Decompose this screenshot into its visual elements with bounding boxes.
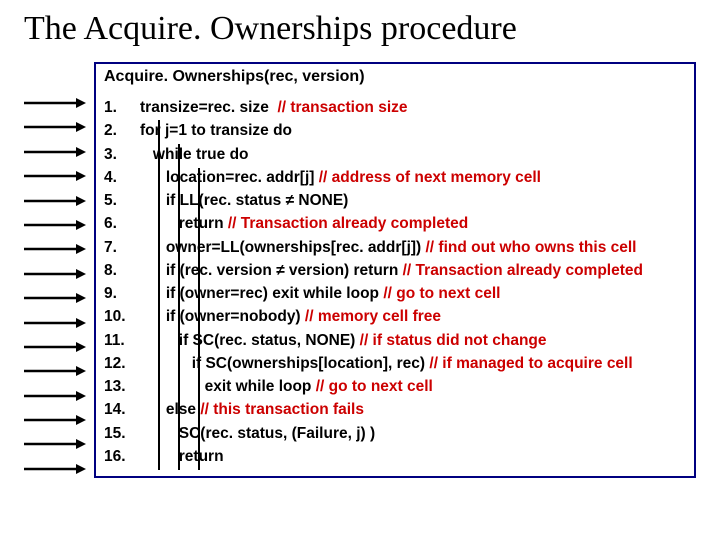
line-body: SC(rec. status, (Failure, j) ): [140, 422, 375, 445]
line-number: 1.: [104, 96, 140, 119]
line-comment: // if managed to acquire cell: [429, 355, 632, 372]
line-code: SC(rec. status, (Failure, j) ): [179, 425, 375, 442]
line-body: if (owner=nobody) // memory cell free: [140, 305, 441, 328]
arrow-icon: [24, 167, 94, 185]
line-body: transize=rec. size // transaction size: [140, 96, 408, 119]
line-number: 3.: [104, 143, 140, 166]
code-line: 3. while true do: [104, 143, 686, 166]
line-code: if (rec. version ≠ version) return: [166, 262, 403, 279]
line-body: location=rec. addr[j] // address of next…: [140, 166, 541, 189]
line-number: 10.: [104, 305, 140, 328]
line-code: if LL(rec. status ≠ NONE): [166, 192, 348, 209]
line-body: else // this transaction fails: [140, 398, 364, 421]
arrow-icon: [24, 94, 94, 112]
line-comment: // Transaction already completed: [403, 262, 643, 279]
line-comment: // transaction size: [277, 99, 407, 116]
code-line: 2.for j=1 to transize do: [104, 119, 686, 142]
line-body: while true do: [140, 143, 249, 166]
code-line: 5. if LL(rec. status ≠ NONE): [104, 189, 686, 212]
code-line: 13. exit while loop // go to next cell: [104, 375, 686, 398]
line-body: for j=1 to transize do: [140, 119, 292, 142]
line-number: 9.: [104, 282, 140, 305]
line-code: owner=LL(ownerships[rec. addr[j]): [166, 239, 426, 256]
procedure-signature: Acquire. Ownerships(rec, version): [104, 68, 686, 86]
line-body: return: [140, 445, 224, 468]
line-comment: // this transaction fails: [200, 401, 364, 418]
arrow-icon: [24, 362, 94, 380]
arrow-icon: [24, 460, 94, 478]
arrow-icon: [24, 265, 94, 283]
arrow-icon: [24, 411, 94, 429]
line-body: if (rec. version ≠ version) return // Tr…: [140, 259, 643, 282]
line-number: 2.: [104, 119, 140, 142]
line-body: owner=LL(ownerships[rec. addr[j]) // fin…: [140, 236, 636, 259]
line-comment: // find out who owns this cell: [426, 239, 637, 256]
line-code: if (owner=nobody): [166, 308, 305, 325]
arrow-icon: [24, 387, 94, 405]
content-row: Acquire. Ownerships(rec, version) 1.tran…: [24, 62, 696, 478]
code-line: 8. if (rec. version ≠ version) return //…: [104, 259, 686, 282]
line-comment: // Transaction already completed: [228, 215, 468, 232]
line-number: 14.: [104, 398, 140, 421]
code-line: 7. owner=LL(ownerships[rec. addr[j]) // …: [104, 236, 686, 259]
code-line: 11. if SC(rec. status, NONE) // if statu…: [104, 329, 686, 352]
line-comment: // go to next cell: [383, 285, 500, 302]
arrow-icon: [24, 435, 94, 453]
line-code: return: [179, 448, 224, 465]
line-comment: // if status did not change: [360, 332, 547, 349]
line-code: return: [179, 215, 228, 232]
code-line: 16. return: [104, 445, 686, 468]
line-comment: // address of next memory cell: [319, 169, 541, 186]
arrows-column: [24, 62, 94, 478]
line-code: transize=rec. size: [140, 99, 277, 116]
line-code: else: [166, 401, 200, 418]
arrow-icon: [24, 216, 94, 234]
slide-title: The Acquire. Ownerships procedure: [24, 10, 696, 48]
line-body: if (owner=rec) exit while loop // go to …: [140, 282, 500, 305]
line-body: return // Transaction already completed: [140, 212, 468, 235]
code-lines: 1.transize=rec. size // transaction size…: [104, 96, 686, 468]
line-code: location=rec. addr[j]: [166, 169, 319, 186]
code-line: 6. return // Transaction already complet…: [104, 212, 686, 235]
line-body: exit while loop // go to next cell: [140, 375, 433, 398]
line-number: 4.: [104, 166, 140, 189]
line-number: 12.: [104, 352, 140, 375]
line-comment: // memory cell free: [305, 308, 441, 325]
code-line: 4. location=rec. addr[j] // address of n…: [104, 166, 686, 189]
arrow-icon: [24, 338, 94, 356]
line-body: if SC(rec. status, NONE) // if status di…: [140, 329, 547, 352]
line-body: if SC(ownerships[location], rec) // if m…: [140, 352, 633, 375]
code-line: 12. if SC(ownerships[location], rec) // …: [104, 352, 686, 375]
slide: The Acquire. Ownerships procedure Acquir…: [0, 0, 720, 540]
code-line: 1.transize=rec. size // transaction size: [104, 96, 686, 119]
line-code: exit while loop: [205, 378, 316, 395]
line-code: if SC(ownerships[location], rec): [192, 355, 430, 372]
code-line: 14. else // this transaction fails: [104, 398, 686, 421]
arrow-icon: [24, 240, 94, 258]
line-code: if (owner=rec) exit while loop: [166, 285, 383, 302]
line-number: 5.: [104, 189, 140, 212]
line-code: if SC(rec. status, NONE): [179, 332, 360, 349]
line-number: 15.: [104, 422, 140, 445]
arrow-icon: [24, 143, 94, 161]
line-body: if LL(rec. status ≠ NONE): [140, 189, 348, 212]
code-box: Acquire. Ownerships(rec, version) 1.tran…: [94, 62, 696, 478]
code-line: 10. if (owner=nobody) // memory cell fre…: [104, 305, 686, 328]
line-number: 8.: [104, 259, 140, 282]
line-code: for j=1 to transize do: [140, 122, 292, 139]
arrow-icon: [24, 118, 94, 136]
code-line: 9. if (owner=rec) exit while loop // go …: [104, 282, 686, 305]
line-comment: // go to next cell: [316, 378, 433, 395]
line-number: 7.: [104, 236, 140, 259]
arrow-icon: [24, 289, 94, 307]
line-number: 13.: [104, 375, 140, 398]
line-code: while true do: [153, 146, 249, 163]
line-number: 16.: [104, 445, 140, 468]
line-number: 6.: [104, 212, 140, 235]
arrow-icon: [24, 192, 94, 210]
arrow-icon: [24, 314, 94, 332]
line-number: 11.: [104, 329, 140, 352]
code-line: 15. SC(rec. status, (Failure, j) ): [104, 422, 686, 445]
